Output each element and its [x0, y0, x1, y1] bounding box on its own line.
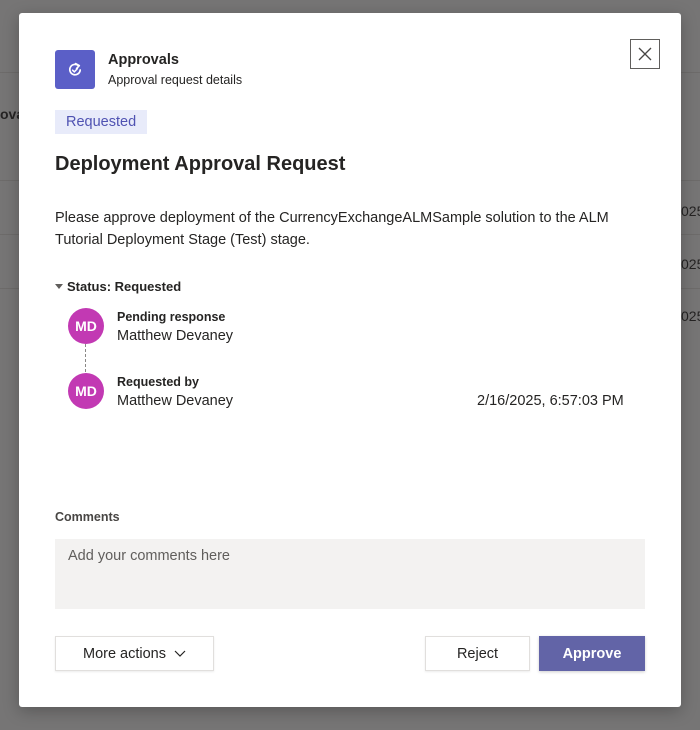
more-actions-label: More actions: [82, 645, 166, 662]
status-section-toggle[interactable]: Status: Requested: [55, 279, 181, 294]
request-description: Please approve deployment of the Currenc…: [55, 210, 609, 248]
avatar-initials: MD: [75, 383, 97, 399]
avatar: MD: [68, 373, 104, 409]
request-title: Deployment Approval Request: [55, 153, 346, 175]
approve-button[interactable]: Approve: [539, 636, 645, 671]
dialog-subtitle: Approval request details: [108, 73, 243, 87]
timeline-connector: [85, 344, 86, 372]
timeline-entry-name: Matthew Devaney: [117, 393, 234, 409]
timeline-entry-name: Matthew Devaney: [117, 328, 234, 344]
avatar: MD: [68, 308, 104, 344]
more-actions-button[interactable]: More actions: [55, 636, 214, 671]
avatar-initials: MD: [75, 318, 97, 334]
timeline-entry-label: Pending response: [117, 310, 226, 324]
timeline-entry-date: 2/16/2025, 6:57:03 PM: [477, 393, 624, 409]
comments-label: Comments: [55, 510, 120, 524]
app-name: Approvals: [108, 52, 179, 68]
timeline-entry-label: Requested by: [117, 375, 199, 389]
approvals-refresh-icon: [55, 50, 95, 89]
comments-input[interactable]: [55, 539, 645, 609]
chevron-down-icon: [174, 650, 186, 657]
caret-down-icon: [55, 284, 63, 289]
close-button[interactable]: [630, 39, 660, 69]
close-icon: [638, 47, 652, 61]
approval-details-dialog: Approvals Approval request details Reque…: [19, 13, 681, 707]
status-badge: Requested: [55, 110, 148, 134]
status-section-label: Status: Requested: [67, 279, 182, 294]
reject-button[interactable]: Reject: [425, 636, 530, 671]
